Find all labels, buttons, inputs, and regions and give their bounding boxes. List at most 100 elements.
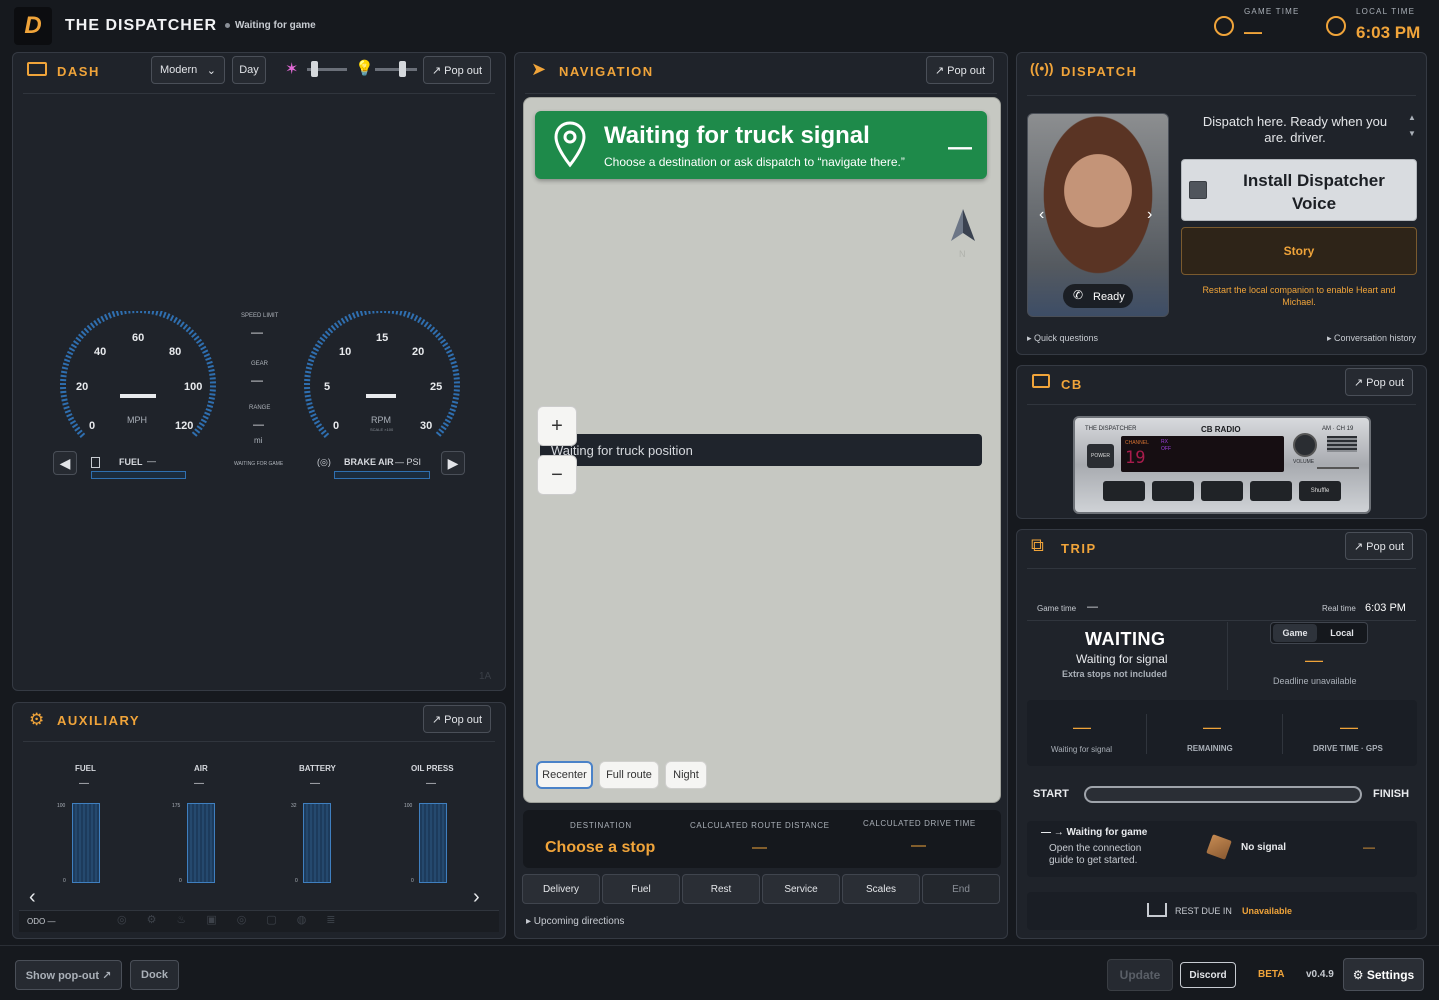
dash-prev-button[interactable]: ◀ — [53, 451, 77, 475]
speed-tick: 40 — [94, 346, 107, 358]
recenter-button[interactable]: Recenter — [536, 761, 593, 789]
cb-speaker-grill — [1327, 436, 1357, 452]
stop-rest-button[interactable]: Rest — [682, 874, 760, 904]
scroll-down-icon[interactable]: ▼ — [1408, 129, 1416, 138]
cb-shuffle-button[interactable]: Shuffle — [1299, 481, 1341, 501]
show-popout-button[interactable]: Show pop-out ↗ — [15, 960, 122, 990]
oil-level-bar — [419, 803, 447, 883]
footer-divider — [0, 945, 1439, 946]
phone-icon: ✆ — [1073, 288, 1084, 302]
install-voice-label: Install Dispatcher Voice — [1243, 171, 1385, 213]
connection-title[interactable]: — → Waiting for game — [1041, 827, 1147, 838]
cb-volume-knob[interactable] — [1293, 433, 1317, 457]
trip-popout-button[interactable]: ↗ Pop out — [1345, 532, 1413, 560]
local-time-label: LOCAL TIME — [1356, 7, 1416, 16]
aux-next-icon[interactable]: › — [473, 886, 480, 909]
night-button[interactable]: Night — [665, 761, 707, 789]
color-star-icon[interactable]: ✶ — [285, 59, 298, 79]
nav-title: NAVIGATION — [559, 64, 654, 79]
odo-label: ODO — — [27, 917, 56, 926]
update-button[interactable]: Update — [1107, 959, 1173, 991]
aux-panel: ⚙ AUXILIARY ↗ Pop out FUEL — 100 0 AIR —… — [12, 702, 506, 939]
gear-icon: ⚙ — [29, 710, 45, 729]
zoom-out-button[interactable]: − — [537, 455, 577, 495]
discord-button[interactable]: Discord — [1180, 962, 1236, 988]
rpm-tick: 30 — [420, 420, 433, 432]
cb-preset-1[interactable] — [1103, 481, 1145, 501]
full-route-button[interactable]: Full route — [599, 761, 659, 789]
dash-next-button[interactable]: ▶ — [441, 451, 465, 475]
aux-max: 32 — [291, 803, 297, 809]
no-signal-label: No signal — [1241, 842, 1287, 853]
nav-popout-button[interactable]: ↗ Pop out — [926, 56, 994, 84]
stop-end-button[interactable]: End — [922, 874, 1000, 904]
compass-icon[interactable] — [949, 207, 977, 243]
air-level-bar — [187, 803, 215, 883]
divider-vertical — [1227, 622, 1228, 690]
range-unit: mi — [254, 436, 263, 445]
speed-tick: 100 — [184, 381, 203, 393]
aux-popout-button[interactable]: ↗ Pop out — [423, 705, 491, 733]
trip-status-note: Extra stops not included — [1062, 669, 1168, 679]
install-checkbox[interactable] — [1189, 181, 1207, 199]
avatar-next-icon[interactable]: › — [1147, 206, 1152, 224]
destination-value[interactable]: Choose a stop — [545, 839, 655, 857]
aux-min: 0 — [295, 878, 298, 884]
connection-subtitle: Open the connection guide to get started… — [1049, 843, 1142, 866]
nav-panel: ➤ NAVIGATION ↗ Pop out Waiting for truck… — [514, 52, 1008, 939]
quick-questions-toggle[interactable]: ▸ Quick questions — [1027, 333, 1098, 344]
cb-channel: 19 — [1125, 448, 1146, 468]
rpm-tick: 10 — [339, 346, 352, 358]
cb-radio-label: CB RADIO — [1201, 425, 1241, 434]
upcoming-directions-toggle[interactable]: ▸ Upcoming directions — [526, 916, 624, 927]
toggle-local-button[interactable]: Local — [1320, 624, 1364, 642]
no-signal-dash: — — [1363, 840, 1375, 854]
cb-preset-3[interactable] — [1201, 481, 1243, 501]
aux-min: 0 — [63, 878, 66, 884]
dock-button[interactable]: Dock — [130, 960, 179, 990]
aux-label: FUEL — [75, 764, 96, 773]
aux-max: 175 — [172, 803, 181, 809]
cb-power-button[interactable]: POWER — [1087, 444, 1114, 468]
stop-service-button[interactable]: Service — [762, 874, 840, 904]
dispatch-title: DISPATCH — [1061, 64, 1138, 79]
scroll-up-icon[interactable]: ▲ — [1408, 113, 1416, 122]
day-button[interactable]: Day — [232, 56, 266, 84]
zoom-in-button[interactable]: + — [537, 406, 577, 446]
aux-max: 100 — [57, 803, 66, 809]
cb-popout-button[interactable]: ↗ Pop out — [1345, 368, 1413, 396]
divider — [23, 93, 495, 94]
stat-remaining-value: — — [1203, 717, 1221, 737]
rpm-tick: 25 — [430, 381, 443, 393]
speed-tick: 60 — [132, 332, 145, 344]
brightness-slider-handle[interactable] — [311, 61, 318, 77]
avatar-prev-icon[interactable]: ‹ — [1039, 206, 1044, 224]
story-button[interactable]: Story — [1181, 227, 1417, 275]
aux-min: 0 — [411, 878, 414, 884]
stop-delivery-button[interactable]: Delivery — [522, 874, 600, 904]
stop-scales-button[interactable]: Scales — [842, 874, 920, 904]
settings-button[interactable]: ⚙ Settings — [1343, 958, 1424, 991]
light-slider-handle[interactable] — [399, 61, 406, 77]
divider — [1027, 404, 1416, 405]
cb-preset-4[interactable] — [1250, 481, 1292, 501]
drive-time-label: CALCULATED DRIVE TIME — [863, 819, 976, 828]
conversation-history-toggle[interactable]: ▸ Conversation history — [1327, 333, 1416, 344]
local-time-value: 6:03 PM — [1356, 23, 1421, 42]
logo-mark: D — [24, 12, 42, 39]
aux-prev-icon[interactable]: ‹ — [29, 886, 36, 909]
aux-value: — — [194, 778, 204, 789]
drive-time-value: — — [911, 837, 926, 854]
cb-volume-slider[interactable] — [1317, 467, 1359, 469]
dash-popout-button[interactable]: ↗ Pop out — [423, 56, 491, 84]
toggle-game-button[interactable]: Game — [1273, 624, 1317, 642]
light-slider[interactable] — [375, 68, 417, 71]
dash-style-select[interactable]: Modern ⌄ — [151, 56, 225, 84]
gear-label: GEAR — [251, 361, 269, 367]
destination-label: DESTINATION — [570, 821, 632, 830]
stop-fuel-button[interactable]: Fuel — [602, 874, 680, 904]
aux-min: 0 — [179, 878, 182, 884]
trip-status: WAITING — [1085, 629, 1166, 649]
rpm-scale: SCALE ×100 — [370, 427, 394, 432]
cb-preset-2[interactable] — [1152, 481, 1194, 501]
